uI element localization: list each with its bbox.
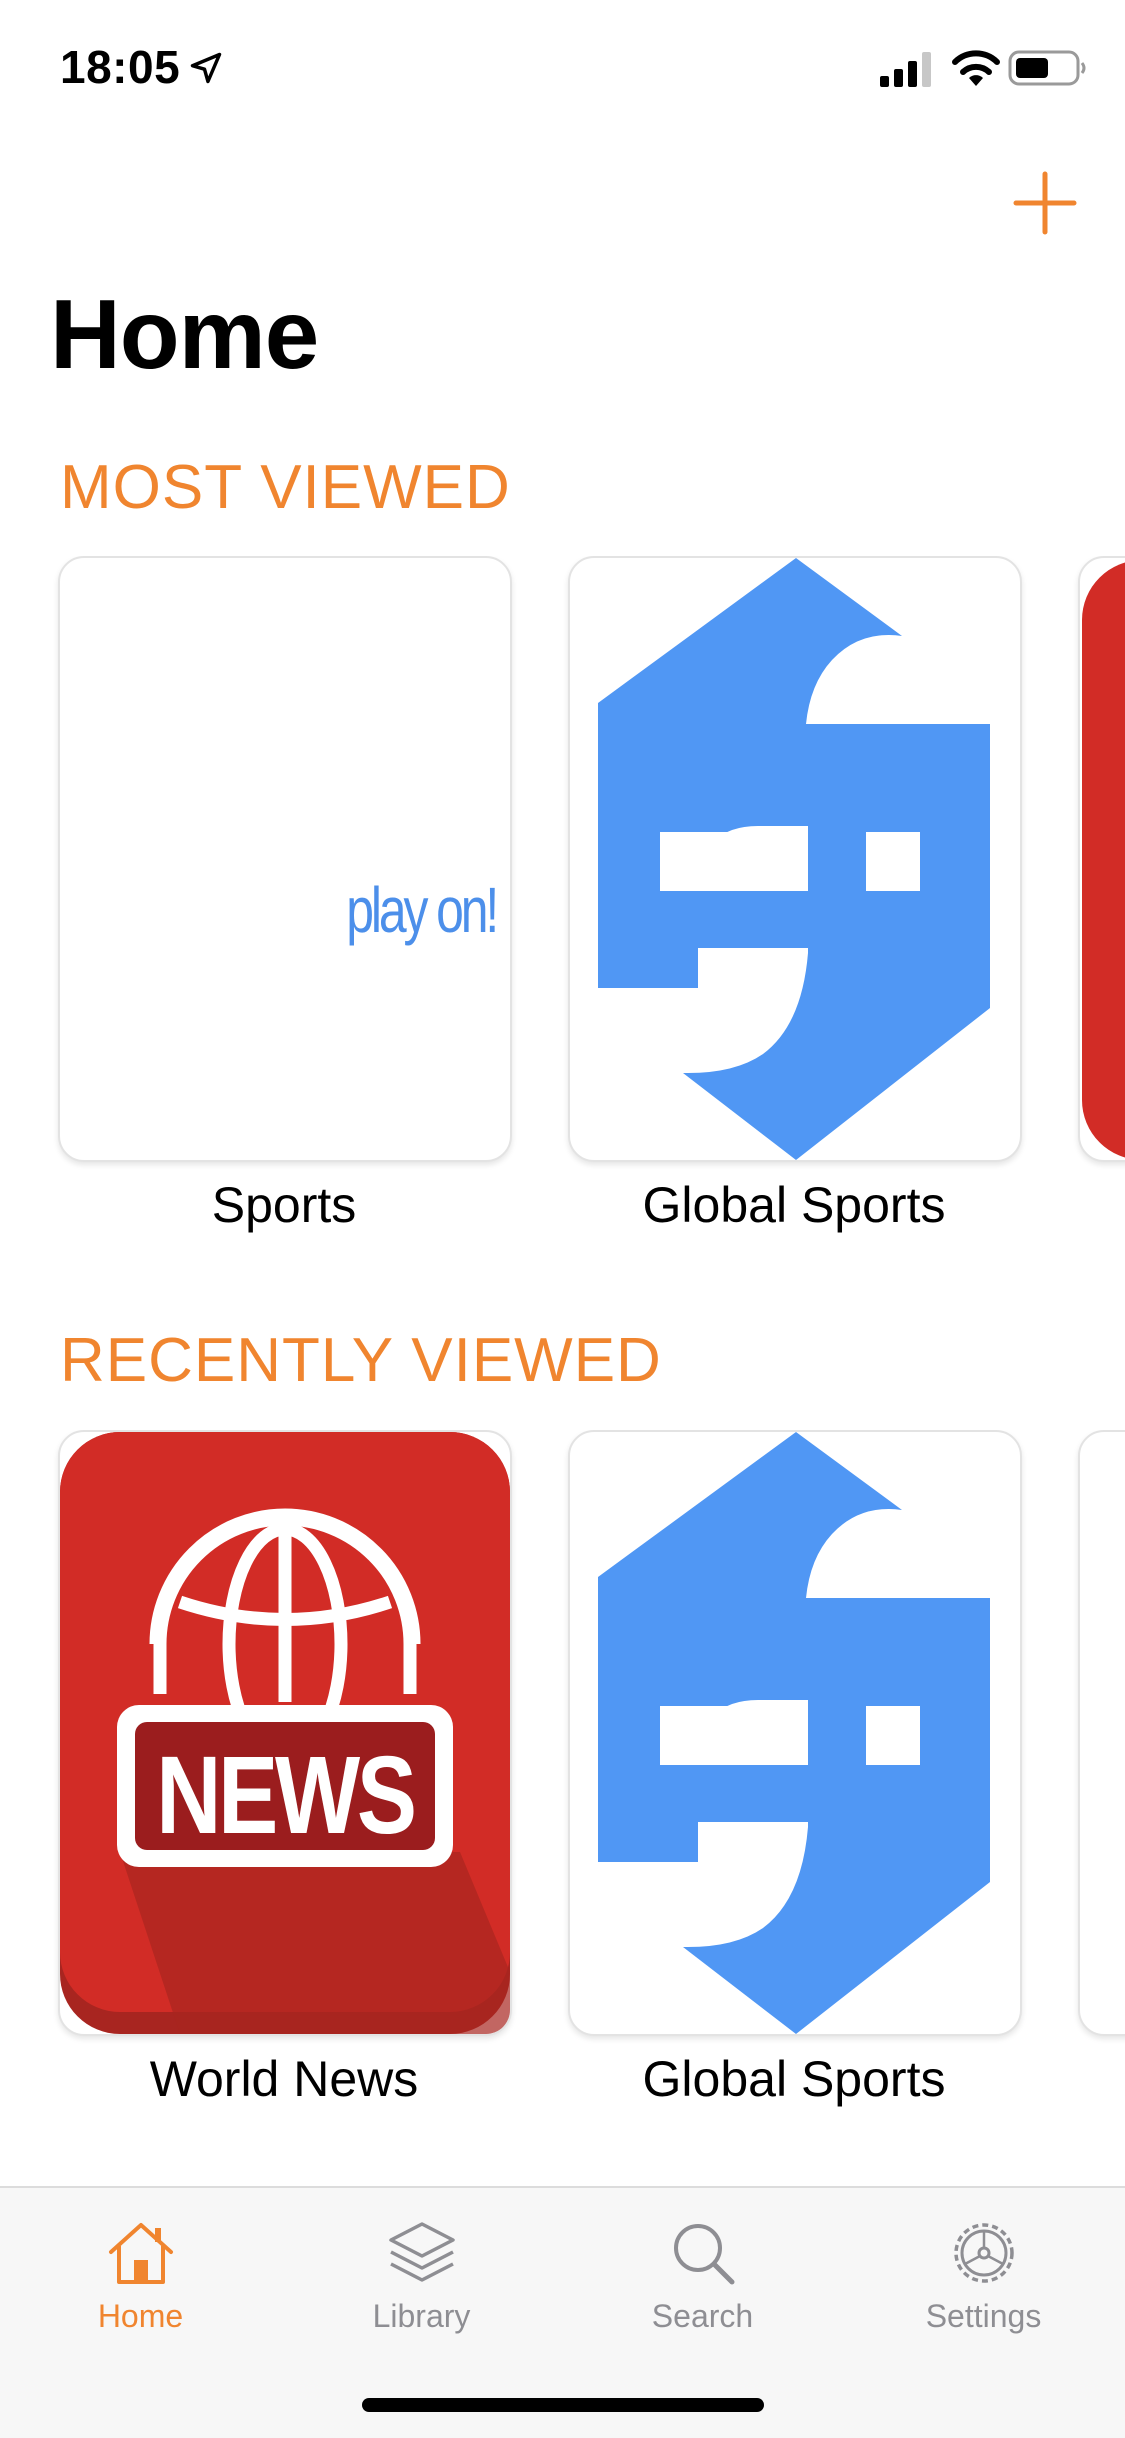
- play-on-logo: play on!: [346, 874, 499, 946]
- channel-card-partial[interactable]: [1078, 556, 1125, 1162]
- cellular-signal-icon: [880, 52, 931, 87]
- recently-viewed-row[interactable]: NEWS World News Global Sports: [0, 1430, 1125, 2150]
- global-sports-thumbnail: [568, 1430, 1022, 2036]
- channel-card-global-sports[interactable]: Global Sports: [568, 1430, 1022, 2107]
- channel-card-global-sports[interactable]: Global Sports: [568, 556, 1022, 1233]
- tab-bar: Home Library Search Settings: [0, 2186, 1125, 2438]
- news-tile-edge: [1082, 560, 1125, 1160]
- tab-label: Search: [651, 2298, 754, 2334]
- wifi-icon: [952, 50, 1000, 86]
- partial-thumbnail: [1078, 556, 1125, 1162]
- house-icon: [109, 2223, 173, 2284]
- channel-card-world-news[interactable]: NEWS World News: [58, 1430, 512, 2107]
- global-sports-logo-icon: [598, 558, 990, 1160]
- channel-card-sports[interactable]: play on! Sports: [58, 556, 512, 1233]
- most-viewed-row[interactable]: play on! Sports Global Sports: [0, 556, 1125, 1276]
- tab-search[interactable]: Search: [562, 2188, 843, 2358]
- tab-library[interactable]: Library: [281, 2188, 562, 2358]
- search-icon: [674, 2224, 735, 2285]
- global-sports-thumbnail: [568, 556, 1022, 1162]
- sports-thumbnail: play on!: [58, 556, 512, 1162]
- card-label: World News: [149, 2051, 419, 2107]
- gear-icon: [954, 2223, 1014, 2283]
- card-label: Global Sports: [642, 1177, 946, 1233]
- add-button[interactable]: [1010, 168, 1080, 238]
- tab-home[interactable]: Home: [0, 2188, 281, 2358]
- layers-icon: [389, 2222, 455, 2282]
- status-time: 18:05: [60, 41, 181, 93]
- tab-label: Settings: [925, 2298, 1042, 2334]
- world-news-thumbnail: NEWS: [58, 1430, 512, 2036]
- card-label: Sports: [211, 1177, 357, 1233]
- channel-card-partial[interactable]: [1078, 1430, 1125, 2036]
- tab-label: Home: [97, 2298, 184, 2334]
- status-bar: 18:05: [0, 0, 1125, 140]
- home-indicator: [362, 2398, 764, 2412]
- tab-label: Library: [372, 2298, 471, 2334]
- news-logo-text: NEWS: [156, 1734, 417, 1857]
- most-viewed-header: MOST VIEWED: [60, 453, 511, 522]
- battery-icon: [1008, 50, 1086, 86]
- global-sports-logo-icon: [598, 1432, 990, 2034]
- recently-viewed-header: RECENTLY VIEWED: [60, 1326, 662, 1395]
- tab-settings[interactable]: Settings: [843, 2188, 1124, 2358]
- partial-thumbnail: [1078, 1430, 1125, 2036]
- page-title: Home: [50, 279, 319, 389]
- location-arrow-icon: [190, 52, 222, 84]
- card-label: Global Sports: [642, 2051, 946, 2107]
